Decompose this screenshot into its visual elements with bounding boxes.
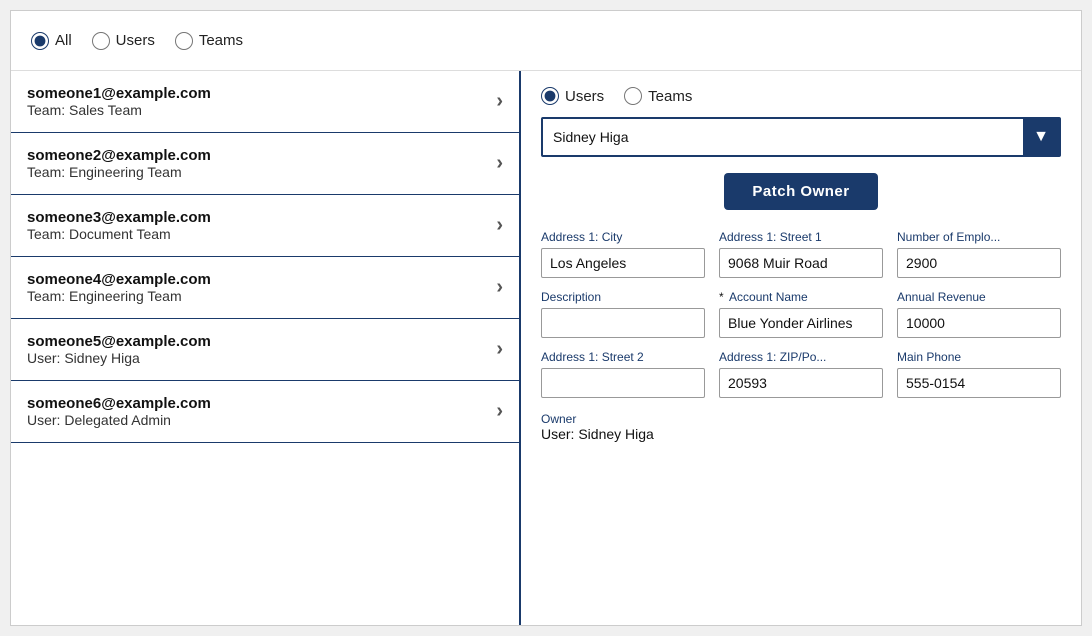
field-group: Annual Revenue	[897, 290, 1061, 338]
list-item-team: User: Delegated Admin	[27, 412, 211, 428]
list-item[interactable]: someone3@example.com Team: Document Team…	[11, 195, 519, 257]
list-item-team: Team: Engineering Team	[27, 164, 211, 180]
field-group: Address 1: Street 1	[719, 230, 883, 278]
field-label: Main Phone	[897, 350, 1061, 364]
list-item[interactable]: someone1@example.com Team: Sales Team ›	[11, 71, 519, 133]
list-item-team: Team: Engineering Team	[27, 288, 211, 304]
chevron-right-icon: ›	[496, 214, 503, 237]
list-item-text: someone5@example.com User: Sidney Higa	[27, 333, 211, 366]
chevron-right-icon: ›	[496, 90, 503, 113]
right-filter-users-radio[interactable]	[541, 87, 559, 105]
patch-owner-button[interactable]: Patch Owner	[724, 173, 877, 210]
chevron-right-icon: ›	[496, 152, 503, 175]
field-group: Description	[541, 290, 705, 338]
required-star: *	[719, 290, 727, 304]
fields-grid: Address 1: City Address 1: Street 1 Number…	[541, 230, 1061, 398]
dropdown-value: Sidney Higa	[543, 121, 1023, 153]
top-filter-radio-group: All Users Teams	[31, 32, 243, 50]
chevron-right-icon: ›	[496, 338, 503, 361]
field-input[interactable]	[541, 308, 705, 338]
list-item[interactable]: someone2@example.com Team: Engineering T…	[11, 133, 519, 195]
list-item-text: someone4@example.com Team: Engineering T…	[27, 271, 211, 304]
field-label: Address 1: Street 1	[719, 230, 883, 244]
list-item-team: Team: Sales Team	[27, 102, 211, 118]
field-group: Address 1: City	[541, 230, 705, 278]
field-input[interactable]	[541, 368, 705, 398]
content-area: someone1@example.com Team: Sales Team › …	[11, 71, 1081, 625]
list-item[interactable]: someone4@example.com Team: Engineering T…	[11, 257, 519, 319]
right-filter-teams-label: Teams	[648, 88, 692, 105]
list-item-email: someone1@example.com	[27, 85, 211, 102]
field-label: Address 1: Street 2	[541, 350, 705, 364]
right-radio-group: Users Teams	[541, 87, 1061, 105]
top-bar: All Users Teams	[11, 11, 1081, 71]
right-filter-teams-radio[interactable]	[624, 87, 642, 105]
user-dropdown[interactable]: Sidney Higa ▼	[541, 117, 1061, 157]
field-label: Annual Revenue	[897, 290, 1061, 304]
list-item-text: someone2@example.com Team: Engineering T…	[27, 147, 211, 180]
owner-section: Owner User: Sidney Higa	[541, 412, 1061, 442]
filter-all-radio[interactable]	[31, 32, 49, 50]
main-container: All Users Teams someone1@example.com Tea…	[10, 10, 1082, 626]
field-group: Address 1: ZIP/Po...	[719, 350, 883, 398]
list-item-email: someone5@example.com	[27, 333, 211, 350]
field-label: Address 1: ZIP/Po...	[719, 350, 883, 364]
field-input[interactable]	[719, 308, 883, 338]
field-label: * Account Name	[719, 290, 883, 304]
field-input[interactable]	[719, 248, 883, 278]
list-item-team: Team: Document Team	[27, 226, 211, 242]
filter-teams-label: Teams	[199, 32, 243, 49]
field-group: Number of Emplo...	[897, 230, 1061, 278]
right-filter-users-label: Users	[565, 88, 604, 105]
dropdown-arrow-icon[interactable]: ▼	[1023, 119, 1059, 155]
filter-all[interactable]: All	[31, 32, 72, 50]
field-label: Number of Emplo...	[897, 230, 1061, 244]
right-panel: Users Teams Sidney Higa ▼ Patch Owner Ad…	[521, 71, 1081, 625]
chevron-right-icon: ›	[496, 400, 503, 423]
filter-users-label: Users	[116, 32, 155, 49]
list-item-email: someone4@example.com	[27, 271, 211, 288]
left-panel: someone1@example.com Team: Sales Team › …	[11, 71, 521, 625]
list-item[interactable]: someone6@example.com User: Delegated Adm…	[11, 381, 519, 443]
filter-teams[interactable]: Teams	[175, 32, 243, 50]
owner-label: Owner	[541, 412, 1061, 426]
field-group: * Account Name	[719, 290, 883, 338]
field-input[interactable]	[897, 248, 1061, 278]
list-item-email: someone6@example.com	[27, 395, 211, 412]
field-group: Main Phone	[897, 350, 1061, 398]
chevron-right-icon: ›	[496, 276, 503, 299]
field-input[interactable]	[719, 368, 883, 398]
list-item-email: someone2@example.com	[27, 147, 211, 164]
owner-value: User: Sidney Higa	[541, 426, 1061, 442]
field-label: Address 1: City	[541, 230, 705, 244]
filter-teams-radio[interactable]	[175, 32, 193, 50]
list-item-email: someone3@example.com	[27, 209, 211, 226]
field-input[interactable]	[897, 308, 1061, 338]
list-item-text: someone6@example.com User: Delegated Adm…	[27, 395, 211, 428]
list-item-team: User: Sidney Higa	[27, 350, 211, 366]
list-item-text: someone1@example.com Team: Sales Team	[27, 85, 211, 118]
field-input[interactable]	[541, 248, 705, 278]
right-filter-users[interactable]: Users	[541, 87, 604, 105]
field-group: Address 1: Street 2	[541, 350, 705, 398]
field-input[interactable]	[897, 368, 1061, 398]
filter-users-radio[interactable]	[92, 32, 110, 50]
list-item-text: someone3@example.com Team: Document Team	[27, 209, 211, 242]
filter-all-label: All	[55, 32, 72, 49]
right-filter-teams[interactable]: Teams	[624, 87, 692, 105]
filter-users[interactable]: Users	[92, 32, 155, 50]
list-item[interactable]: someone5@example.com User: Sidney Higa ›	[11, 319, 519, 381]
field-label: Description	[541, 290, 705, 304]
